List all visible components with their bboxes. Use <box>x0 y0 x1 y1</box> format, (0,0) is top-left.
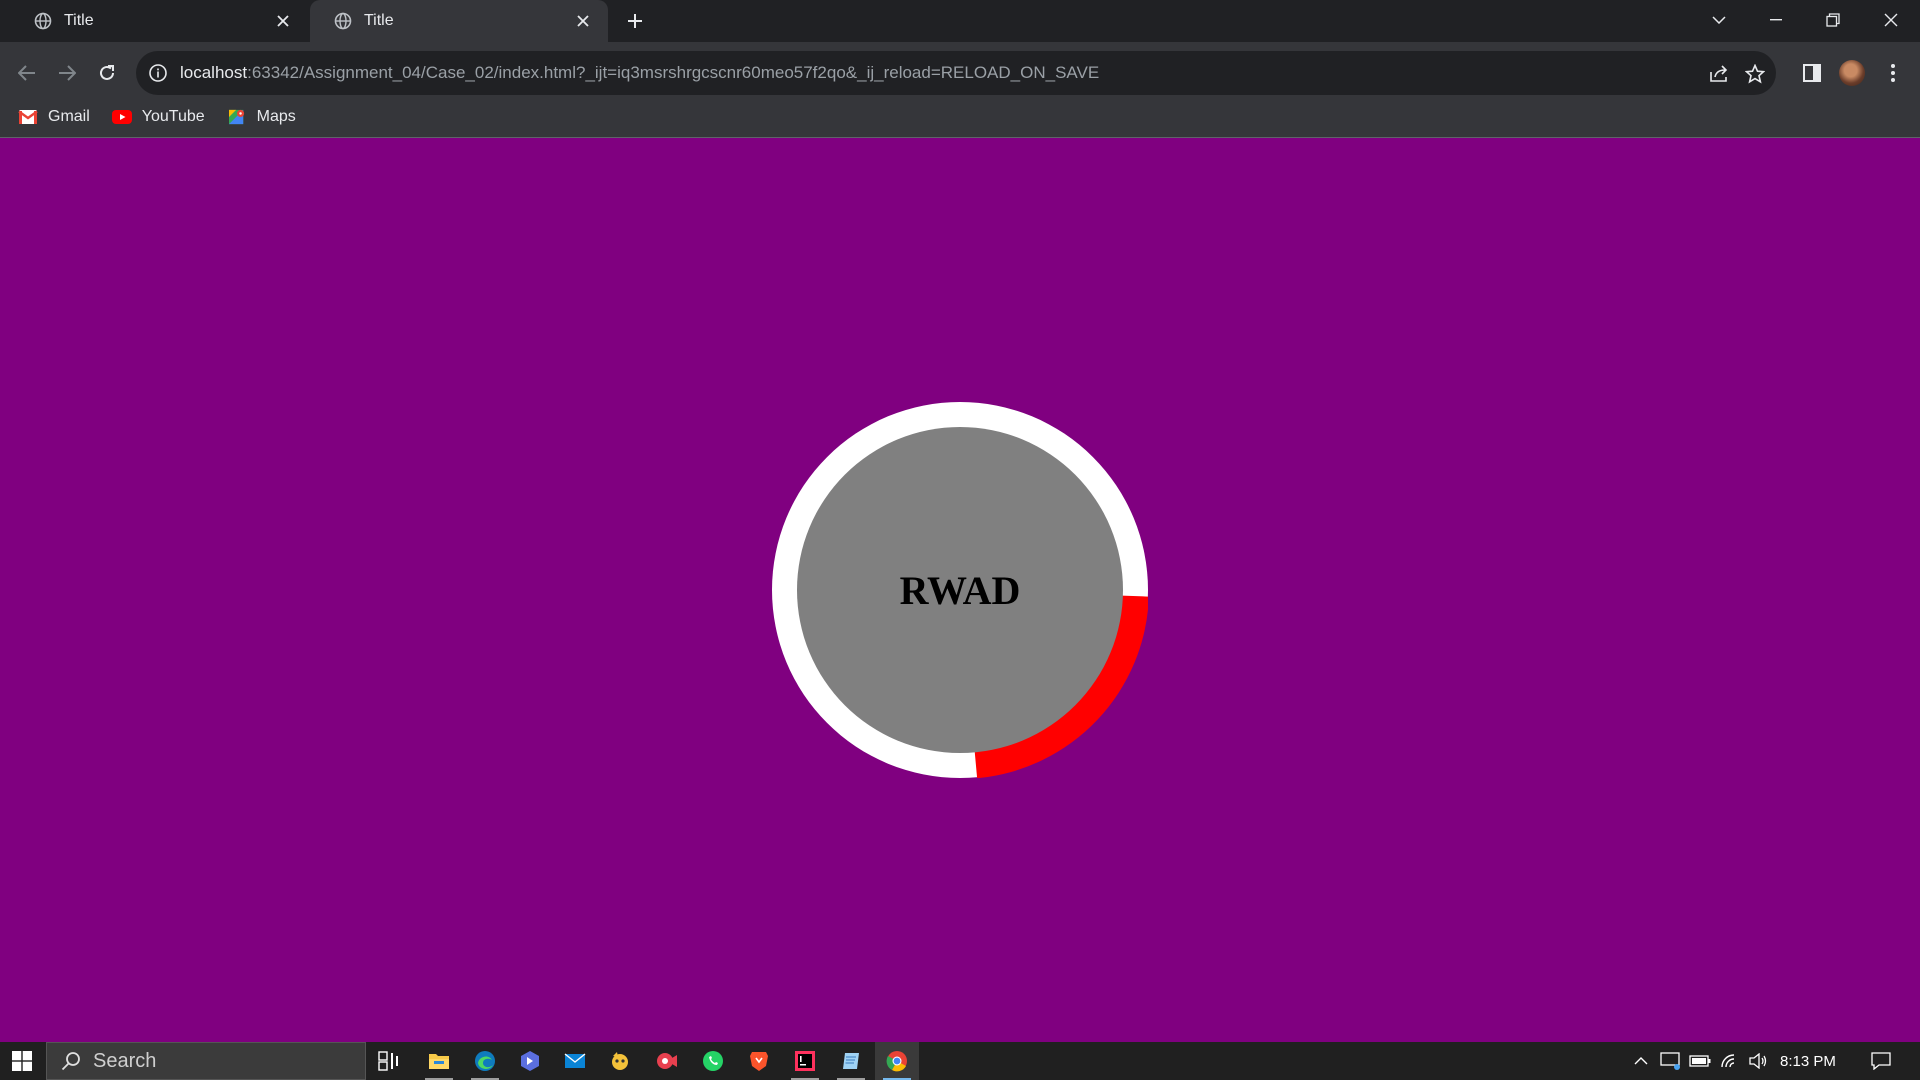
forward-button[interactable] <box>50 56 84 90</box>
windows-icon <box>12 1051 32 1071</box>
edge-icon[interactable] <box>463 1042 507 1080</box>
side-panel-icon[interactable] <box>1795 56 1829 90</box>
bookmark-gmail[interactable]: Gmail <box>18 108 90 126</box>
volume-icon[interactable] <box>1745 1042 1771 1080</box>
chevron-up-icon[interactable] <box>1628 1042 1654 1080</box>
bookmark-label: YouTube <box>141 108 205 125</box>
bookmark-star-icon[interactable] <box>1742 61 1768 87</box>
circular-loader: RWAD <box>772 402 1148 778</box>
bookmark-maps[interactable]: Maps <box>227 108 296 126</box>
tab-1[interactable]: Title <box>10 0 308 42</box>
share-icon[interactable] <box>1706 61 1732 87</box>
bookmark-youtube[interactable]: YouTube <box>111 108 205 126</box>
tab-2[interactable]: Title <box>310 0 608 42</box>
minimize-button[interactable] <box>1751 0 1801 40</box>
chrome-icon[interactable] <box>875 1042 919 1080</box>
browser-toolbar: localhost:63342/Assignment_04/Case_02/in… <box>0 42 1920 138</box>
tab-title: Title <box>364 12 394 29</box>
site-info-icon[interactable] <box>148 63 168 83</box>
search-icon <box>61 1052 80 1071</box>
globe-icon <box>34 12 52 30</box>
browser-titlebar: Title Title <box>0 0 1920 42</box>
close-tab-icon[interactable] <box>272 10 294 32</box>
back-button[interactable] <box>10 56 44 90</box>
whatsapp-icon[interactable] <box>691 1042 735 1080</box>
search-placeholder: Search <box>93 1049 157 1072</box>
close-tab-icon[interactable] <box>572 10 594 32</box>
close-window-button[interactable] <box>1866 0 1916 40</box>
meet-now-icon[interactable] <box>1657 1042 1683 1080</box>
taskbar-search[interactable]: Search <box>46 1042 366 1080</box>
start-button[interactable] <box>0 1042 44 1080</box>
camera-icon[interactable] <box>645 1042 689 1080</box>
page-content: RWAD <box>0 138 1920 1042</box>
avatar <box>1839 60 1865 86</box>
mail-icon[interactable] <box>553 1042 597 1080</box>
reload-button[interactable] <box>90 56 124 90</box>
game-app-icon[interactable] <box>598 1042 642 1080</box>
new-tab-button[interactable] <box>620 8 650 34</box>
taskbar-clock[interactable]: 8:13 PM <box>1780 1042 1836 1080</box>
brave-icon[interactable] <box>737 1042 781 1080</box>
loader-label: RWAD <box>899 567 1021 613</box>
restore-button[interactable] <box>1808 0 1858 40</box>
notification-icon[interactable] <box>1866 1042 1896 1080</box>
battery-icon[interactable] <box>1687 1042 1713 1080</box>
power-automate-icon[interactable] <box>508 1042 552 1080</box>
tab-title: Title <box>64 12 94 29</box>
gmail-icon <box>18 110 38 124</box>
maps-icon <box>228 109 244 125</box>
globe-icon <box>334 12 352 30</box>
intellij-icon[interactable] <box>783 1042 827 1080</box>
profile-avatar[interactable] <box>1835 56 1869 90</box>
wifi-icon[interactable] <box>1717 1042 1743 1080</box>
windows-taskbar: Search 8:13 PM <box>0 1042 1920 1080</box>
task-view-icon[interactable] <box>367 1042 411 1080</box>
youtube-icon <box>111 110 132 124</box>
notepad-icon[interactable] <box>829 1042 873 1080</box>
address-bar[interactable]: localhost:63342/Assignment_04/Case_02/in… <box>136 51 1776 95</box>
bookmarks-bar: Gmail YouTube Maps <box>0 98 1920 136</box>
bookmark-label: Maps <box>256 108 296 125</box>
tab-search-icon[interactable] <box>1694 0 1744 40</box>
url-text: localhost:63342/Assignment_04/Case_02/in… <box>180 63 1100 82</box>
bookmark-label: Gmail <box>48 108 90 125</box>
file-explorer-icon[interactable] <box>417 1042 461 1080</box>
menu-icon[interactable] <box>1876 56 1910 90</box>
